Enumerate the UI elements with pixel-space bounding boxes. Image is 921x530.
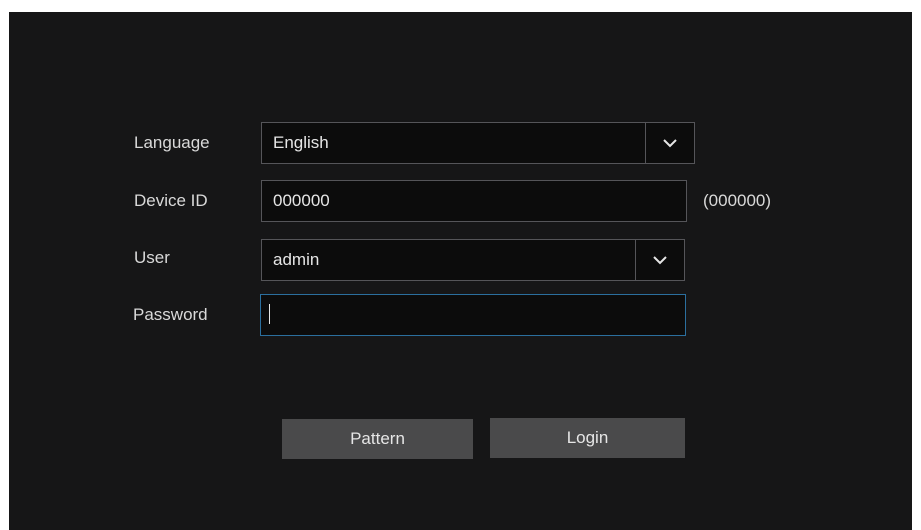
language-dropdown-button[interactable] [645,123,694,163]
chevron-down-icon [653,256,667,265]
device-id-value: 000000 [273,191,330,210]
text-cursor [269,304,270,324]
login-button-label: Login [566,428,609,447]
user-label: User [134,248,170,267]
language-value: English [273,133,329,152]
chevron-down-icon [663,139,677,148]
language-select[interactable]: English [261,122,695,164]
password-label: Password [133,305,208,324]
pattern-button[interactable]: Pattern [282,419,473,459]
login-button[interactable]: Login [490,418,685,458]
device-id-hint: (000000) [703,191,772,210]
device-id-field[interactable]: 000000 [261,180,687,222]
language-label: Language [134,133,210,152]
device-id-label: Device ID [134,191,208,210]
pattern-button-label: Pattern [350,429,405,448]
user-value: admin [273,250,320,269]
login-panel: Language English Device ID 000000 (00000… [9,12,912,530]
password-field[interactable] [260,294,686,336]
user-dropdown-button[interactable] [635,240,684,280]
user-select[interactable]: admin [261,239,685,281]
